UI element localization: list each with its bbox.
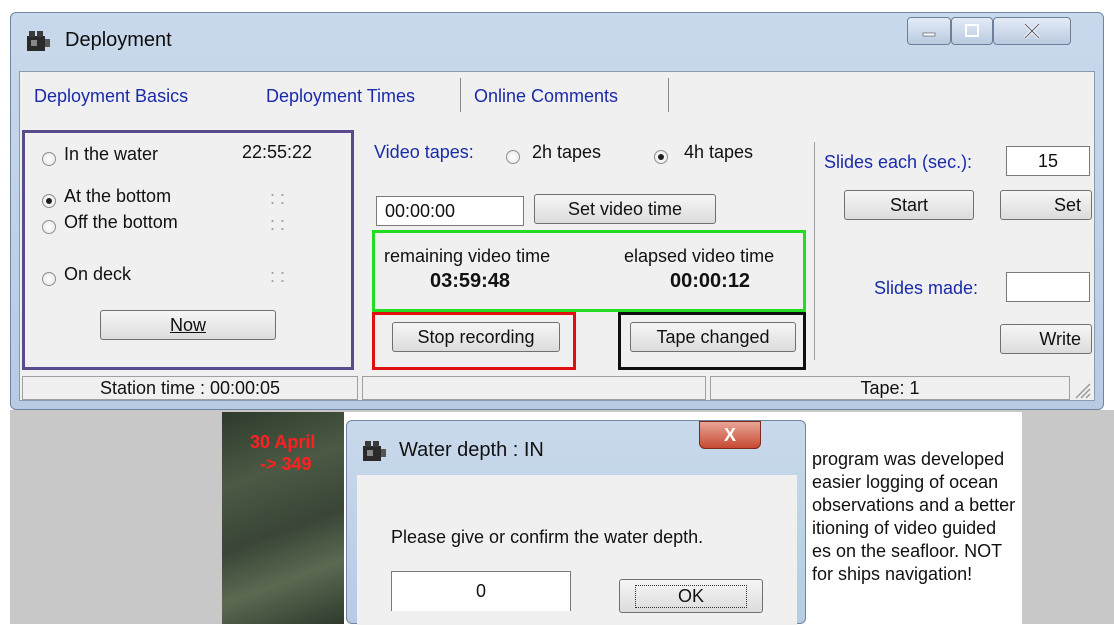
close-icon: X	[723, 424, 736, 445]
webpage-text-line: es on the seafloor. NOT	[812, 541, 1003, 561]
tab-divider	[460, 78, 461, 112]
tab-deployment-basics[interactable]: Deployment Basics	[34, 86, 188, 107]
camera-app-icon	[363, 441, 386, 461]
radio-on-deck[interactable]	[42, 272, 56, 286]
close-button[interactable]	[993, 17, 1071, 45]
event-label: On deck	[64, 264, 132, 284]
dialog-title: Water depth : IN	[399, 439, 544, 461]
elapsed-time-value: 00:00:12	[670, 270, 751, 292]
ok-button-label: OK	[634, 584, 747, 608]
photo-heading-label: -> 349	[260, 454, 312, 474]
water-depth-input[interactable]: 0	[391, 571, 571, 611]
slides-interval-input[interactable]: 15	[1006, 146, 1090, 176]
slides-start-button[interactable]: Start	[844, 190, 974, 220]
video-tapes-label: Video tapes:	[374, 142, 474, 162]
dialog-message: Please give or confirm the water depth.	[391, 527, 704, 547]
remaining-time-value: 03:59:48	[430, 270, 511, 292]
window-titlebar[interactable]: Deployment	[11, 13, 1103, 69]
radio-off-the-bottom[interactable]	[42, 220, 56, 234]
water-depth-dialog: Water depth : IN X Please give or confir…	[346, 420, 806, 625]
option-4h-label: 4h tapes	[684, 142, 754, 162]
event-time: : :	[270, 214, 286, 234]
slides-each-label: Slides each (sec.):	[824, 152, 973, 172]
remaining-time-label: remaining video time	[384, 246, 551, 266]
resize-grip-icon[interactable]	[1072, 380, 1092, 400]
now-button-label: Now	[169, 314, 206, 335]
tab-divider	[668, 78, 669, 112]
video-time-input[interactable]: 00:00:00	[376, 196, 524, 226]
station-time-status: Station time : 00:00:05	[22, 376, 358, 400]
webpage-text-line: easier logging of ocean	[812, 472, 999, 492]
tab-deployment-times[interactable]: Deployment Times	[266, 86, 415, 107]
stop-recording-button[interactable]: Stop recording	[392, 322, 560, 352]
tape-changed-button[interactable]: Tape changed	[630, 322, 796, 352]
event-time: : :	[270, 188, 286, 208]
maximize-icon	[965, 24, 979, 37]
minimize-button[interactable]	[907, 17, 951, 45]
status-pane-middle	[362, 376, 706, 400]
deployment-window: Deployment Deployment Basics Deployment …	[10, 12, 1104, 410]
event-label: In the water	[64, 144, 159, 164]
close-icon	[1023, 22, 1041, 40]
slides-set-button[interactable]: Set	[1000, 190, 1092, 220]
minimize-icon	[922, 32, 936, 37]
radio-in-the-water[interactable]	[42, 152, 56, 166]
event-label: Off the bottom	[64, 212, 178, 232]
webpage-intro-text: program was developed easier logging of …	[812, 448, 1052, 586]
tape-number-status: Tape: 1	[710, 376, 1070, 400]
webpage-text-line: program was developed	[812, 449, 1005, 469]
set-video-time-button[interactable]: Set video time	[534, 194, 716, 224]
maximize-button[interactable]	[951, 17, 993, 45]
dialog-client-area: Please give or confirm the water depth. …	[357, 475, 797, 625]
tab-online-comments[interactable]: Online Comments	[474, 86, 618, 107]
option-2h-label: 2h tapes	[532, 142, 602, 162]
window-title: Deployment	[65, 29, 172, 51]
webpage-text-line: for ships navigation!	[812, 564, 973, 584]
radio-at-the-bottom[interactable]	[42, 194, 56, 208]
radio-2h-tapes[interactable]	[506, 150, 520, 164]
event-time: : :	[270, 266, 286, 286]
slides-write-button[interactable]: Write	[1000, 324, 1092, 354]
slides-made-label: Slides made:	[874, 278, 979, 298]
event-label: At the bottom	[64, 186, 172, 206]
photo-date-label: 30 April	[250, 432, 316, 452]
dialog-close-button[interactable]: X	[699, 421, 761, 449]
now-button[interactable]: Now	[100, 310, 276, 340]
background-edge	[0, 410, 10, 624]
webpage-text-line: observations and a better	[812, 495, 1016, 515]
seafloor-photo: 30 April -> 349	[222, 412, 344, 624]
camera-app-icon	[27, 31, 50, 51]
panel-separator	[814, 142, 815, 360]
event-time: 22:55:22	[242, 142, 313, 162]
radio-4h-tapes[interactable]	[654, 150, 668, 164]
elapsed-time-label: elapsed video time	[624, 246, 775, 266]
window-client-area: Deployment Basics Deployment Times Onlin…	[19, 71, 1095, 401]
slides-made-input[interactable]	[1006, 272, 1090, 302]
webpage-text-line: itioning of video guided	[812, 518, 997, 538]
ok-button[interactable]: OK	[619, 579, 763, 613]
